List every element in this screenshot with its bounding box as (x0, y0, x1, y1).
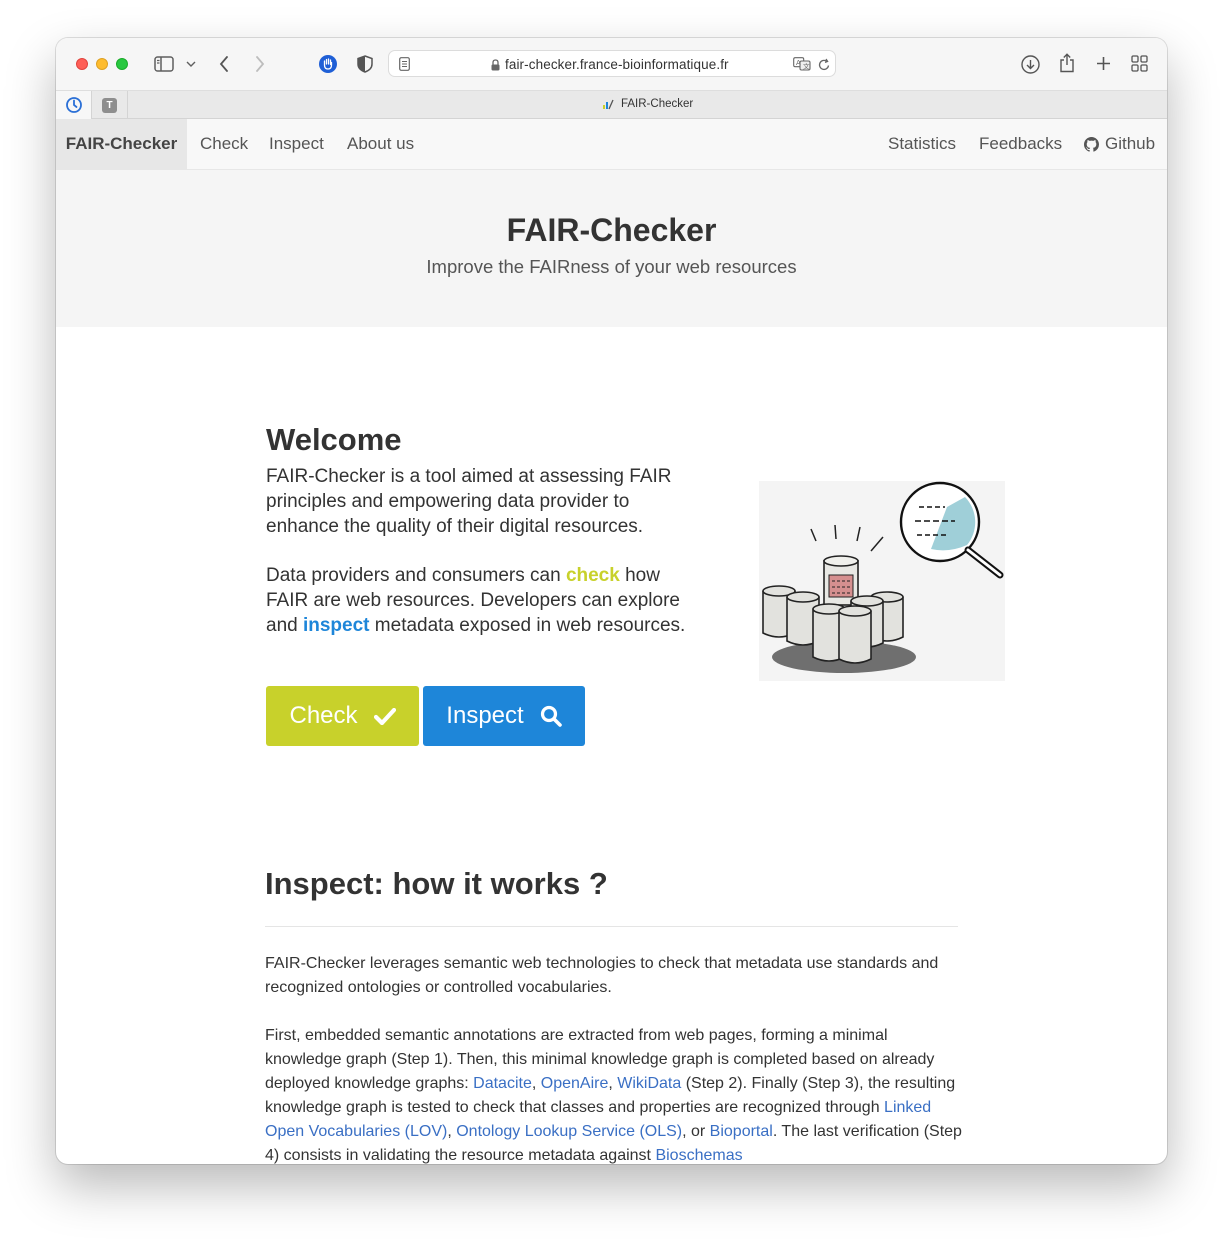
browser-window: fair-checker.france-bioinformatique.fr A… (56, 38, 1167, 1164)
how-it-works-title: Inspect: how it works ? (265, 866, 608, 901)
nav-check[interactable]: Check (200, 119, 248, 169)
page-menu-icon[interactable] (397, 56, 411, 72)
link-bioportal[interactable]: Bioportal (710, 1123, 773, 1140)
chevron-down-icon[interactable] (185, 56, 197, 72)
reload-icon[interactable] (816, 56, 832, 72)
url-text[interactable]: fair-checker.france-bioinformatique.fr (505, 57, 729, 72)
inspect-button[interactable]: Inspect (423, 686, 585, 746)
forward-icon[interactable] (252, 54, 268, 74)
section-divider (265, 926, 958, 927)
hero-banner: FAIR-Checker Improve the FAIRness of you… (56, 170, 1167, 327)
fair-checker-favicon-icon (603, 99, 614, 109)
welcome-paragraph-1: FAIR-Checker is a tool aimed at assessin… (266, 466, 672, 537)
address-bar[interactable]: fair-checker.france-bioinformatique.fr A… (388, 50, 836, 77)
hero-subtitle: Improve the FAIRness of your web resourc… (426, 256, 797, 277)
check-button-label: Check (289, 702, 358, 729)
hero-title: FAIR-Checker (506, 212, 717, 248)
sidebar-toggle-icon[interactable] (153, 54, 175, 74)
keyword-check: check (565, 565, 620, 586)
nav-feedbacks[interactable]: Feedbacks (979, 119, 1062, 169)
keyword-inspect: inspect (302, 615, 370, 636)
search-icon (540, 705, 562, 727)
back-icon[interactable] (216, 54, 232, 74)
lock-icon (489, 58, 501, 72)
downloads-icon[interactable] (1019, 53, 1041, 75)
link-ols[interactable]: Ontology Lookup Service (OLS) (456, 1123, 682, 1140)
welcome-text-a: Data providers and consumers can (266, 565, 566, 586)
nav-inspect[interactable]: Inspect (269, 119, 324, 169)
how-sep-2: , (608, 1075, 618, 1092)
welcome-text: FAIR-Checker is a tool aimed at assessin… (266, 464, 706, 638)
checkmark-icon (373, 707, 396, 725)
share-icon[interactable] (1056, 51, 1078, 75)
svg-text:A: A (796, 59, 801, 67)
how-sep-4: , or (682, 1123, 710, 1140)
translate-icon[interactable]: A文 (792, 56, 812, 72)
link-wikidata[interactable]: WikiData (617, 1075, 681, 1092)
tab-title: FAIR-Checker (621, 98, 694, 110)
pinned-tab-2[interactable]: T (92, 91, 128, 119)
active-tab[interactable]: FAIR-Checker (602, 98, 693, 110)
link-bioschemas[interactable]: Bioschemas (655, 1147, 742, 1164)
github-icon (1084, 136, 1099, 152)
pinned-tab-1[interactable] (56, 91, 92, 119)
welcome-text-c: metadata exposed in web resources. (369, 615, 686, 636)
minimize-window-button[interactable] (96, 58, 108, 70)
pinned-favicon-icon (65, 97, 82, 113)
zoom-window-button[interactable] (116, 58, 128, 70)
pinned-tab-letter: T (102, 97, 117, 113)
new-tab-icon[interactable] (1093, 53, 1113, 73)
illustration-data-barrels (759, 481, 1005, 681)
link-openaire[interactable]: OpenAire (541, 1075, 609, 1092)
nav-github[interactable]: Github (1084, 119, 1155, 169)
how-sep-1: , (531, 1075, 541, 1092)
check-button[interactable]: Check (266, 686, 419, 746)
extension-hand-icon[interactable] (317, 53, 339, 75)
site-navbar: FAIR-Checker Check Inspect About us Stat… (56, 119, 1167, 170)
inspect-button-label: Inspect (446, 702, 524, 729)
welcome-title: Welcome (266, 422, 402, 457)
nav-github-label: Github (1105, 134, 1156, 153)
link-datacite[interactable]: Datacite (473, 1075, 532, 1092)
nav-statistics[interactable]: Statistics (888, 119, 956, 169)
tab-overview-icon[interactable] (1129, 53, 1149, 73)
how-sep-3: , (447, 1123, 457, 1140)
svg-text:文: 文 (803, 62, 810, 71)
browser-toolbar: fair-checker.france-bioinformatique.fr A… (56, 38, 1167, 90)
how-paragraph-2: First, embedded semantic annotations are… (265, 1024, 965, 1164)
nav-about-us[interactable]: About us (347, 119, 414, 169)
privacy-shield-icon[interactable] (355, 53, 375, 75)
welcome-paragraph-2: Data providers and consumers can check h… (266, 563, 706, 638)
nav-brand[interactable]: FAIR-Checker (56, 119, 187, 169)
tab-bar: T FAIR-Checker (56, 90, 1167, 119)
close-window-button[interactable] (76, 58, 88, 70)
how-paragraph-1: FAIR-Checker leverages semantic web tech… (265, 955, 939, 996)
